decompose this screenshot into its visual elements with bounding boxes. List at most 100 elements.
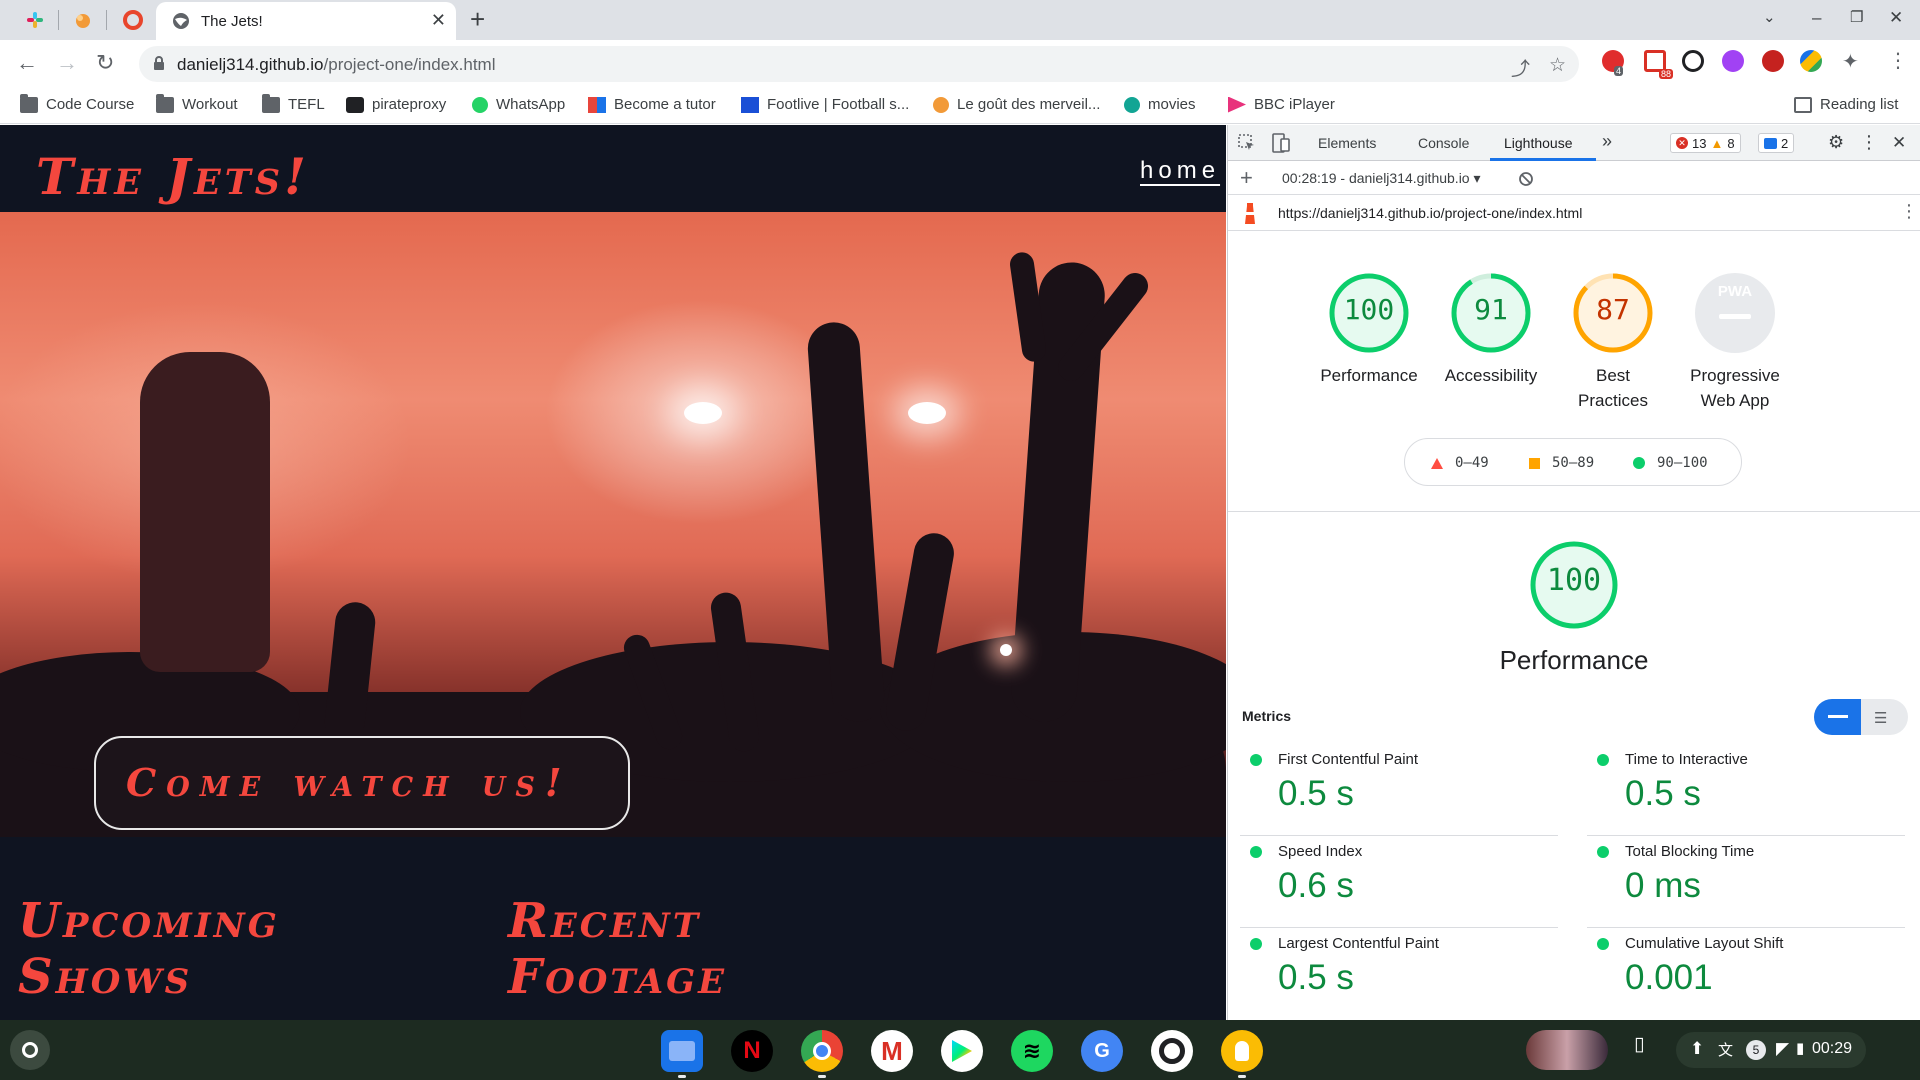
metric-speed-index: Speed Index 0.6 s xyxy=(1240,836,1558,928)
square-icon xyxy=(1529,457,1540,469)
messages-counter[interactable]: 2 xyxy=(1758,133,1795,153)
bookmark-whatsapp[interactable]: WhatsApp xyxy=(472,96,565,113)
puzzle-icon[interactable]: ✦ xyxy=(1842,49,1859,74)
performer-silhouette xyxy=(140,352,270,672)
tab-search-icon[interactable]: ⌄ xyxy=(1763,8,1776,26)
gmail-icon[interactable]: M xyxy=(871,1030,913,1072)
close-devtools-icon[interactable]: ✕ xyxy=(1892,133,1906,153)
restore-icon[interactable]: ❐ xyxy=(1850,8,1863,26)
tab-console[interactable]: Console xyxy=(1418,135,1469,151)
bookmark-workout[interactable]: Workout xyxy=(156,93,238,113)
gauge-performance[interactable]: 100 Performance xyxy=(1304,271,1434,388)
back-icon[interactable]: ← xyxy=(16,52,38,74)
launcher-icon xyxy=(22,1042,38,1058)
netflix-icon[interactable]: N xyxy=(731,1030,773,1072)
nav-home-link[interactable]: home xyxy=(1140,157,1220,185)
tab-lighthouse[interactable]: Lighthouse xyxy=(1504,135,1573,151)
pass-dot-icon xyxy=(1250,938,1262,950)
minimize-icon[interactable]: – xyxy=(1812,8,1821,28)
bookmark-code-course[interactable]: Code Course xyxy=(20,93,134,113)
gauge-label: Performance xyxy=(1320,366,1418,385)
performance-score: 100 xyxy=(1546,563,1602,598)
legend-item-pass: 90–100 xyxy=(1633,455,1708,471)
tab-elements[interactable]: Elements xyxy=(1318,135,1376,151)
bookmark-tefl[interactable]: TEFL xyxy=(262,93,325,113)
phone-hub-icon[interactable]: ▯ xyxy=(1634,1033,1644,1056)
lighthouse-toolbar: + 00:28:19 - danielj314.github.io ▾ xyxy=(1228,161,1920,195)
message-count: 2 xyxy=(1781,135,1789,151)
extension-red-icon[interactable]: 4 xyxy=(1602,50,1624,76)
gauge-score: 100 xyxy=(1343,293,1395,326)
os-shelf: N M ≋ G ▯ ⬆ 文 5 ◤ ▮ 00:29 xyxy=(0,1020,1920,1080)
gauge-accessibility[interactable]: 91 Accessibility xyxy=(1426,271,1556,388)
camera-icon[interactable] xyxy=(1151,1030,1193,1072)
reading-list-button[interactable]: Reading list xyxy=(1794,96,1898,113)
gauge-best-practices[interactable]: 87 Best Practices xyxy=(1548,271,1678,413)
gauge-label: Best Practices xyxy=(1578,366,1648,410)
pinned-tab-2[interactable] xyxy=(70,8,96,32)
come-watch-us-button[interactable]: Come watch us! xyxy=(94,736,630,830)
pinned-tab-3[interactable] xyxy=(120,8,146,32)
holding-space-thumbnail[interactable] xyxy=(1526,1030,1608,1070)
bookmark-pirateproxy[interactable]: pirateproxy xyxy=(346,96,446,113)
extension-purple-icon[interactable] xyxy=(1722,50,1744,72)
reload-icon[interactable]: ↻ xyxy=(96,52,114,74)
forward-icon[interactable]: → xyxy=(56,52,78,74)
drive-extension-icon[interactable] xyxy=(1800,50,1822,72)
devtools-menu-icon[interactable]: ⋮ xyxy=(1860,132,1878,153)
device-toolbar-icon[interactable] xyxy=(1272,133,1290,153)
inspect-element-icon[interactable] xyxy=(1238,134,1256,152)
clear-reports-icon[interactable] xyxy=(1518,171,1534,187)
close-window-icon[interactable]: ✕ xyxy=(1889,8,1903,28)
play-store-icon[interactable] xyxy=(941,1030,983,1072)
warning-icon: ▲ xyxy=(1710,135,1724,151)
bookmark-le-gout[interactable]: Le goût des merveil... xyxy=(933,96,1100,113)
gmail-extension-icon[interactable]: 88 xyxy=(1644,50,1674,79)
status-tray[interactable]: ⬆ 文 5 ◤ ▮ 00:29 xyxy=(1676,1032,1866,1068)
new-tab-button[interactable]: + xyxy=(470,6,485,32)
address-bar[interactable]: danielj314.github.io/project-one/index.h… xyxy=(139,46,1579,82)
close-tab-icon[interactable]: ✕ xyxy=(431,10,446,31)
new-report-icon[interactable]: + xyxy=(1240,165,1253,191)
extension-ring-icon[interactable] xyxy=(1682,50,1704,72)
menu-kebab-icon[interactable]: ⋮ xyxy=(1888,48,1908,73)
compact-view-button[interactable] xyxy=(1814,699,1861,735)
settings-gear-icon[interactable]: ⚙ xyxy=(1828,132,1844,153)
pinned-tab-slack[interactable] xyxy=(22,8,48,32)
chrome-icon[interactable] xyxy=(801,1030,843,1072)
share-icon[interactable]: ⤴ xyxy=(1511,54,1530,81)
bookmark-footlive[interactable]: Footlive | Football s... xyxy=(741,96,909,113)
circle-icon xyxy=(1633,457,1645,469)
score-legend: 0–49 50–89 90–100 xyxy=(1404,438,1742,486)
bookmark-movies[interactable]: movies xyxy=(1124,96,1196,113)
extension-avatar-icon[interactable] xyxy=(1762,50,1784,72)
report-url[interactable]: https://danielj314.github.io/project-one… xyxy=(1278,205,1582,221)
metric-total-blocking-time: Total Blocking Time 0 ms xyxy=(1587,836,1905,928)
wifi-icon: ◤ xyxy=(1776,1039,1790,1058)
movies-icon xyxy=(1124,96,1140,113)
clock: 00:29 xyxy=(1812,1040,1853,1057)
more-tabs-icon[interactable]: » xyxy=(1602,131,1612,152)
metric-cumulative-layout-shift: Cumulative Layout Shift 0.001 xyxy=(1587,928,1905,1020)
metrics-view-toggle[interactable]: ☰ xyxy=(1814,699,1908,735)
issues-counter[interactable]: ✕ 13 ▲ 8 xyxy=(1670,133,1741,153)
translate-icon[interactable]: G xyxy=(1081,1030,1123,1072)
launcher-button[interactable] xyxy=(10,1030,50,1070)
files-icon[interactable] xyxy=(661,1030,703,1072)
report-menu-icon[interactable]: ⋮ xyxy=(1900,201,1918,222)
bookmark-star-icon[interactable]: ☆ xyxy=(1549,54,1566,77)
bookmark-bbc-iplayer[interactable]: BBC iPlayer xyxy=(1228,96,1335,113)
site-logo[interactable]: The Jets! xyxy=(36,147,310,206)
metrics-heading: Metrics xyxy=(1242,708,1292,724)
pass-dot-icon xyxy=(1597,846,1609,858)
tab-separator xyxy=(58,10,59,30)
gauge-pwa[interactable]: PWA Progressive Web App xyxy=(1670,271,1800,413)
report-selector[interactable]: 00:28:19 - danielj314.github.io ▾ xyxy=(1282,170,1481,187)
stage-light xyxy=(908,402,946,424)
tab-the-jets[interactable]: The Jets! ✕ xyxy=(156,2,456,40)
bookmark-become-a-tutor[interactable]: Become a tutor xyxy=(588,96,716,113)
expanded-view-icon[interactable]: ☰ xyxy=(1874,709,1887,727)
keep-icon[interactable] xyxy=(1221,1030,1263,1072)
stage-light xyxy=(684,402,722,424)
spotify-icon[interactable]: ≋ xyxy=(1011,1030,1053,1072)
